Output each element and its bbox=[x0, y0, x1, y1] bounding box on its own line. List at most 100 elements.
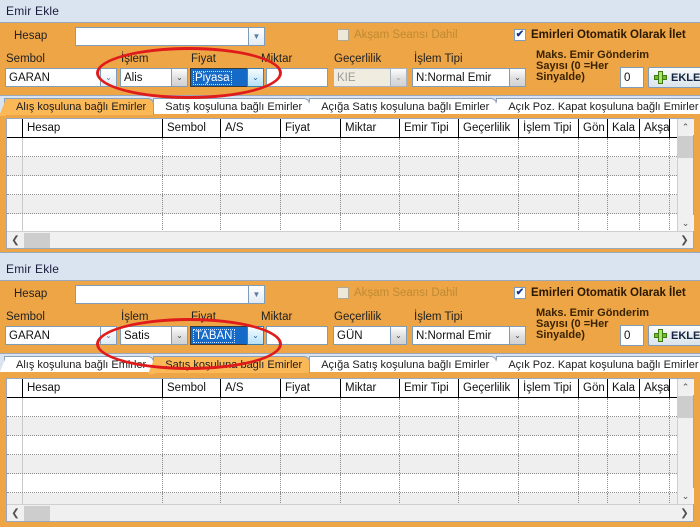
chevron-down-icon[interactable]: ⌄ bbox=[390, 326, 407, 345]
maks-emir-input[interactable]: 0 bbox=[620, 67, 644, 88]
col-gecerlilik[interactable]: Geçerlilik bbox=[459, 379, 519, 397]
chevron-down-icon[interactable]: ⌄ bbox=[171, 68, 188, 87]
chevron-down-icon[interactable]: ⌄ bbox=[509, 68, 526, 87]
chevron-down-icon[interactable]: ▼ bbox=[248, 27, 265, 46]
col-islem-tipi[interactable]: İşlem Tipi bbox=[519, 119, 579, 137]
islem-combo[interactable]: Alis ⌄ bbox=[120, 68, 188, 87]
table-row[interactable] bbox=[7, 455, 693, 474]
scroll-thumb[interactable] bbox=[24, 232, 50, 248]
chevron-up-icon[interactable]: ⌃ bbox=[677, 379, 694, 395]
chevron-down-icon[interactable]: ⌄ bbox=[171, 326, 188, 345]
maks-emir-input[interactable]: 0 bbox=[620, 325, 644, 346]
table-row[interactable] bbox=[7, 474, 693, 493]
hesap-value[interactable] bbox=[75, 27, 248, 46]
tab-alis-kosulu[interactable]: Alış koşuluna bağlı Emirler bbox=[0, 98, 155, 116]
col-emir-tipi[interactable]: Emir Tipi bbox=[400, 379, 459, 397]
col-gon[interactable]: Gön bbox=[579, 119, 608, 137]
chevron-down-icon[interactable]: ⌄ bbox=[390, 68, 407, 87]
hesap-combo[interactable]: ▼ bbox=[75, 285, 265, 304]
table-row[interactable] bbox=[7, 195, 693, 214]
col-aksa[interactable]: Akşa bbox=[640, 379, 670, 397]
col-hesap[interactable]: Hesap bbox=[23, 119, 163, 137]
otomatik-ilet-checkbox[interactable]: ✔ Emirleri Otomatik Olarak İlet bbox=[514, 29, 686, 41]
hesap-combo[interactable]: ▼ bbox=[75, 27, 265, 46]
tab-aciga-satis-kosulu[interactable]: Açığa Satış koşuluna bağlı Emirler bbox=[304, 356, 498, 374]
gecerlilik-value[interactable]: GÜN bbox=[333, 326, 390, 345]
fiyat-combo[interactable]: TABAN ⌄ bbox=[190, 326, 264, 345]
chevron-down-icon[interactable]: ⌄ bbox=[677, 215, 694, 231]
tab-alis-kosulu[interactable]: Alış koşuluna bağlı Emirler bbox=[0, 356, 155, 374]
table-row[interactable] bbox=[7, 157, 693, 176]
col-fiyat[interactable]: Fiyat bbox=[281, 119, 341, 137]
horizontal-scrollbar-2[interactable]: ❮ ❯ bbox=[7, 504, 693, 521]
chevron-left-icon[interactable]: ❮ bbox=[7, 505, 24, 521]
tab-acik-poz-kapat-kosulu[interactable]: Açık Poz. Kapat koşuluna bağlı Emirler bbox=[491, 356, 700, 374]
chevron-down-icon[interactable]: ⌄ bbox=[100, 68, 117, 87]
chevron-down-icon[interactable]: ⌄ bbox=[247, 68, 264, 87]
sembol-value[interactable]: GARAN bbox=[5, 326, 100, 345]
chevron-right-icon[interactable]: ❯ bbox=[676, 232, 693, 248]
aksam-seansi-checkbox[interactable]: Akşam Seansı Dahil bbox=[337, 29, 458, 41]
chevron-up-icon[interactable]: ⌃ bbox=[677, 119, 694, 135]
sembol-value[interactable]: GARAN bbox=[5, 68, 100, 87]
grid-body-2[interactable] bbox=[7, 398, 693, 521]
chevron-right-icon[interactable]: ❯ bbox=[676, 505, 693, 521]
scroll-thumb[interactable] bbox=[678, 136, 693, 158]
col-sembol[interactable]: Sembol bbox=[163, 379, 221, 397]
scroll-thumb[interactable] bbox=[678, 396, 693, 418]
col-islem-tipi[interactable]: İşlem Tipi bbox=[519, 379, 579, 397]
ekle-button[interactable]: EKLE bbox=[648, 67, 700, 88]
miktar-input[interactable] bbox=[266, 68, 328, 87]
col-miktar[interactable]: Miktar bbox=[341, 119, 400, 137]
col-as[interactable]: A/S bbox=[221, 379, 281, 397]
scroll-thumb[interactable] bbox=[24, 505, 50, 521]
chevron-down-icon[interactable]: ⌄ bbox=[677, 488, 694, 504]
islem-value[interactable]: Alis bbox=[120, 68, 171, 87]
table-row[interactable] bbox=[7, 436, 693, 455]
tab-satis-kosulu[interactable]: Satış koşuluna bağlı Emirler bbox=[148, 98, 311, 116]
tab-satis-kosulu[interactable]: Satış koşuluna bağlı Emirler bbox=[148, 356, 311, 374]
gecerlilik-combo[interactable]: KIE ⌄ bbox=[333, 68, 407, 87]
otomatik-ilet-checkbox[interactable]: ✔ Emirleri Otomatik Olarak İlet bbox=[514, 287, 686, 299]
tab-aciga-satis-kosulu[interactable]: Açığa Satış koşuluna bağlı Emirler bbox=[304, 98, 498, 116]
islem-tipi-combo[interactable]: N:Normal Emir ⌄ bbox=[412, 326, 526, 345]
chevron-down-icon[interactable]: ▼ bbox=[248, 285, 265, 304]
ekle-button[interactable]: EKLE bbox=[648, 325, 700, 346]
fiyat-combo[interactable]: Piyasa ⌄ bbox=[190, 68, 264, 87]
islem-combo[interactable]: Satis ⌄ bbox=[120, 326, 188, 345]
col-as[interactable]: A/S bbox=[221, 119, 281, 137]
miktar-input[interactable] bbox=[266, 326, 328, 345]
sembol-combo[interactable]: GARAN ⌄ bbox=[5, 68, 117, 87]
checkbox-box[interactable]: ✔ bbox=[514, 287, 526, 299]
table-row[interactable] bbox=[7, 176, 693, 195]
col-miktar[interactable]: Miktar bbox=[341, 379, 400, 397]
col-hesap[interactable]: Hesap bbox=[23, 379, 163, 397]
col-gon[interactable]: Gön bbox=[579, 379, 608, 397]
tab-acik-poz-kapat-kosulu[interactable]: Açık Poz. Kapat koşuluna bağlı Emirler bbox=[491, 98, 700, 116]
islem-tipi-combo[interactable]: N:Normal Emir ⌄ bbox=[412, 68, 526, 87]
checkbox-box[interactable]: ✔ bbox=[514, 29, 526, 41]
checkbox-box[interactable] bbox=[337, 29, 349, 41]
table-row[interactable] bbox=[7, 398, 693, 417]
horizontal-scrollbar-1[interactable]: ❮ ❯ bbox=[7, 231, 693, 248]
hesap-value[interactable] bbox=[75, 285, 248, 304]
col-gecerlilik[interactable]: Geçerlilik bbox=[459, 119, 519, 137]
table-row[interactable] bbox=[7, 138, 693, 157]
col-fiyat[interactable]: Fiyat bbox=[281, 379, 341, 397]
col-kala[interactable]: Kala bbox=[608, 379, 640, 397]
gecerlilik-value[interactable]: KIE bbox=[333, 68, 390, 87]
gecerlilik-combo[interactable]: GÜN ⌄ bbox=[333, 326, 407, 345]
table-row[interactable] bbox=[7, 417, 693, 436]
col-kala[interactable]: Kala bbox=[608, 119, 640, 137]
chevron-down-icon[interactable]: ⌄ bbox=[100, 326, 117, 345]
sembol-combo[interactable]: GARAN ⌄ bbox=[5, 326, 117, 345]
islem-tipi-value[interactable]: N:Normal Emir bbox=[412, 68, 509, 87]
chevron-left-icon[interactable]: ❮ bbox=[7, 232, 24, 248]
aksam-seansi-checkbox[interactable]: Akşam Seansı Dahil bbox=[337, 287, 458, 299]
chevron-down-icon[interactable]: ⌄ bbox=[247, 326, 264, 345]
vertical-scrollbar-2[interactable]: ⌃ ⌄ bbox=[677, 379, 694, 504]
islem-value[interactable]: Satis bbox=[120, 326, 171, 345]
islem-tipi-value[interactable]: N:Normal Emir bbox=[412, 326, 509, 345]
col-emir-tipi[interactable]: Emir Tipi bbox=[400, 119, 459, 137]
vertical-scrollbar-1[interactable]: ⌃ ⌄ bbox=[677, 119, 694, 231]
